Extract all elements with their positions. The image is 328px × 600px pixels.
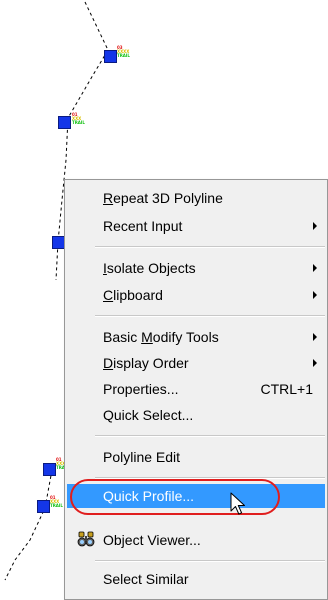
annotation-oval <box>70 479 280 515</box>
menu-item-label: Repeat 3D Polyline <box>103 190 223 206</box>
menu-item-polyline-edit[interactable]: Polyline Edit <box>67 445 325 469</box>
menu-item-label: Basic Modify Tools <box>103 329 219 345</box>
menu-separator <box>95 315 325 317</box>
menu-item-basic-modify-tools[interactable]: Basic Modify Tools <box>67 325 325 349</box>
menu-item-display-order[interactable]: Display Order <box>67 351 325 375</box>
polyline-segment <box>4 469 53 581</box>
menu-item-clipboard[interactable]: Clipboard <box>67 283 325 307</box>
menu-item-label: Select Similar <box>103 571 189 587</box>
menu-item-label: Polyline Edit <box>103 449 181 465</box>
menu-item-label: Properties... <box>103 381 179 397</box>
binoculars-icon <box>77 531 95 547</box>
menu-item-properties[interactable]: Properties... CTRL+1 <box>67 377 325 401</box>
menu-item-label: Quick Select... <box>103 407 194 423</box>
vertex-marker[interactable] <box>58 116 71 129</box>
menu-item-recent-input[interactable]: Recent Input <box>67 214 325 238</box>
menu-item-quick-select[interactable]: Quick Select... <box>67 403 325 427</box>
menu-item-label: Clipboard <box>103 287 163 303</box>
menu-item-select-similar[interactable]: Select Similar <box>67 567 325 591</box>
vertex-tag: 01 XXX TRAIL <box>50 495 63 508</box>
menu-item-label: Display Order <box>103 355 189 371</box>
menu-separator <box>95 246 325 248</box>
vertex-marker[interactable] <box>104 50 117 63</box>
vertex-tag: 01 XXX TRAIL <box>72 112 85 125</box>
menu-item-label: Object Viewer... <box>103 532 201 548</box>
menu-separator <box>95 435 325 437</box>
menu-separator <box>95 560 325 562</box>
menu-item-isolate-objects[interactable]: Isolate Objects <box>67 256 325 280</box>
context-menu: Repeat 3D Polyline Recent Input Isolate … <box>64 179 328 600</box>
mouse-cursor-icon <box>230 492 245 515</box>
vertex-marker[interactable] <box>37 500 50 513</box>
submenu-arrow-icon <box>313 333 317 341</box>
vertex-tag: 03 XXXX TRAIL <box>117 45 130 58</box>
submenu-arrow-icon <box>313 222 317 230</box>
submenu-arrow-icon <box>313 291 317 299</box>
menu-item-repeat-3d-polyline[interactable]: Repeat 3D Polyline <box>67 186 325 210</box>
menu-item-object-viewer[interactable]: Object Viewer... <box>67 528 325 552</box>
menu-item-shortcut: CTRL+1 <box>260 381 313 397</box>
submenu-arrow-icon <box>313 264 317 272</box>
menu-item-label: Isolate Objects <box>103 260 196 276</box>
vertex-marker[interactable] <box>43 463 56 476</box>
menu-item-label: Recent Input <box>103 218 183 234</box>
submenu-arrow-icon <box>313 359 317 367</box>
